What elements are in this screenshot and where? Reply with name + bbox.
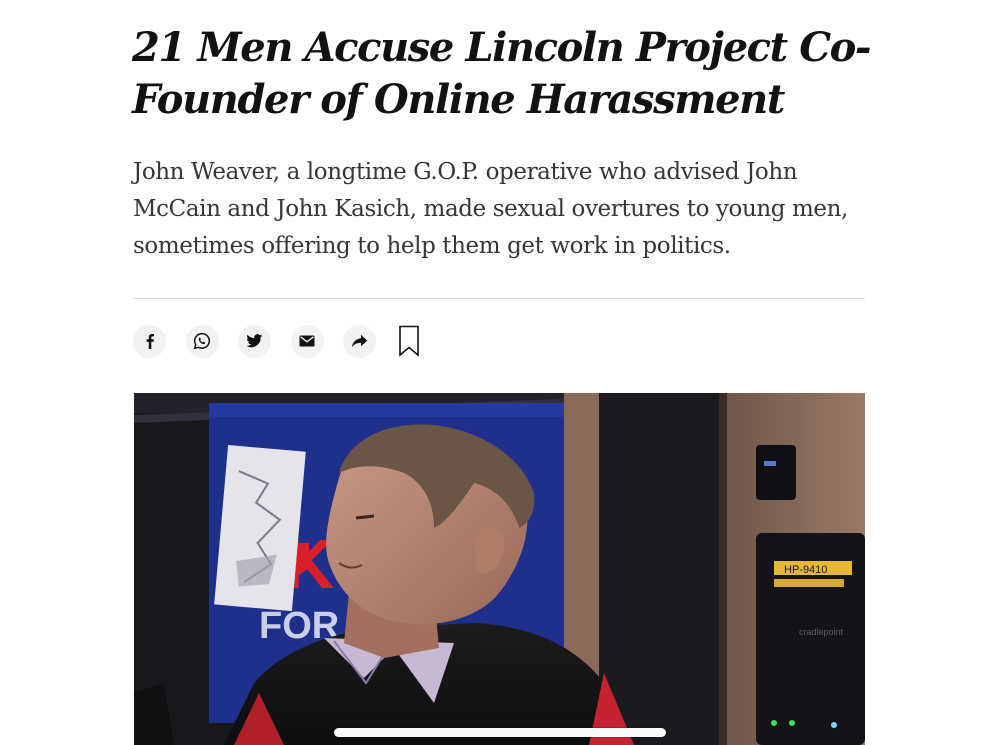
- facebook-share-button[interactable]: [133, 324, 166, 358]
- bookmark-icon: [398, 325, 419, 357]
- home-indicator[interactable]: [334, 728, 666, 737]
- twitter-share-button[interactable]: [238, 324, 271, 358]
- article-headline: 21 Men Accuse Lincoln Project Co-Founder…: [132, 24, 872, 123]
- device-label: HP-9410: [784, 564, 827, 576]
- divider: [133, 298, 865, 299]
- more-share-button[interactable]: [343, 324, 376, 358]
- twitter-icon: [246, 334, 263, 348]
- save-bookmark-button[interactable]: [397, 324, 421, 358]
- whatsapp-share-button[interactable]: [185, 324, 219, 358]
- email-share-button[interactable]: [290, 324, 324, 358]
- share-toolbar: [133, 324, 421, 358]
- email-icon: [299, 335, 315, 347]
- device-brand: cradlepoint: [799, 627, 844, 637]
- whatsapp-icon: [193, 332, 211, 350]
- facebook-icon: [146, 334, 154, 349]
- article-photo: K FOR HP-9410 cradlepoint: [134, 393, 865, 745]
- share-arrow-icon: [351, 334, 368, 348]
- article-summary: John Weaver, a longtime G.O.P. operative…: [133, 159, 848, 259]
